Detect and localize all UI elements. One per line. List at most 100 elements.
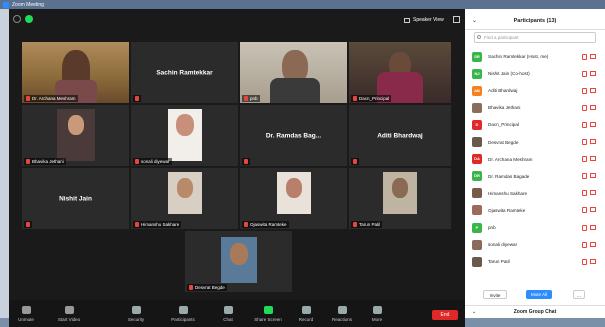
reactions-button[interactable]: Reactions bbox=[327, 306, 357, 322]
participant-avatar bbox=[472, 239, 482, 250]
mic-muted-icon bbox=[353, 96, 357, 101]
mic-muted-icon bbox=[582, 258, 587, 265]
share-screen-icon bbox=[263, 306, 273, 314]
tile-name: Ojaswita Ramteke bbox=[250, 222, 287, 227]
video-tile[interactable]: Himanshu Sakhare bbox=[131, 168, 238, 229]
participant-avatar bbox=[472, 102, 482, 113]
participant-avatar: SR bbox=[472, 51, 482, 62]
chevron-down-icon[interactable]: ⌄ bbox=[472, 12, 477, 30]
tile-caption: Ojaswita Ramteke bbox=[242, 221, 289, 228]
background-strip bbox=[0, 9, 9, 318]
participant-row[interactable]: Tarun Patil bbox=[472, 255, 596, 268]
participant-row[interactable]: Ojaswita Ramteke bbox=[472, 204, 596, 217]
participant-row[interactable]: SR Sachin Ramtekkar (Host, me) bbox=[472, 50, 596, 63]
participant-row[interactable]: sonali diyewar bbox=[472, 238, 596, 251]
encryption-shield-icon[interactable] bbox=[25, 15, 33, 23]
tile-caption: pnb bbox=[242, 95, 260, 102]
search-icon bbox=[477, 35, 481, 39]
participant-silhouette bbox=[176, 114, 194, 136]
mic-muted-icon bbox=[582, 190, 587, 197]
participant-row[interactable]: Ppnb bbox=[472, 221, 596, 234]
tile-name: Aditi Bhardwaj bbox=[377, 132, 423, 139]
video-tile[interactable]: Ojaswita Ramteke bbox=[240, 168, 347, 229]
mic-muted-icon bbox=[135, 159, 139, 164]
record-button[interactable]: Record bbox=[295, 306, 317, 322]
record-icon bbox=[301, 306, 311, 314]
tile-name: Dr. Archana Meshram bbox=[32, 96, 76, 101]
video-tile[interactable]: Dacn_Principal bbox=[349, 42, 451, 103]
panel-more-button[interactable]: ... bbox=[573, 290, 585, 299]
mic-muted-icon bbox=[26, 222, 30, 227]
invite-button[interactable]: Invite bbox=[483, 290, 507, 299]
participant-row[interactable]: D Dacn_Principal bbox=[472, 118, 596, 131]
participant-name: Himanshu Sakhare bbox=[488, 190, 528, 196]
security-button[interactable]: Security bbox=[123, 306, 149, 322]
participant-row[interactable]: DA Dr. Archana Meshram bbox=[472, 153, 596, 166]
mic-muted-icon bbox=[582, 87, 587, 94]
video-tile[interactable]: pnb bbox=[240, 42, 347, 103]
fullscreen-icon[interactable] bbox=[453, 16, 460, 23]
video-tile[interactable]: Dr. Archana Meshram bbox=[22, 42, 129, 103]
video-tile[interactable]: Tarun Patil bbox=[349, 168, 451, 229]
tile-name: pnb bbox=[250, 96, 258, 101]
mic-muted-icon bbox=[582, 121, 587, 128]
participant-name: Ojaswita Ramteke bbox=[488, 207, 526, 213]
participant-search-input[interactable]: Find a participant bbox=[474, 32, 596, 43]
video-off-icon bbox=[590, 190, 596, 196]
speaker-view-icon bbox=[404, 17, 410, 23]
panel-title: Participants (13) bbox=[513, 18, 557, 24]
mute-all-button[interactable]: Mute All bbox=[526, 290, 552, 299]
search-placeholder: Find a participant bbox=[484, 35, 519, 40]
video-off-icon bbox=[64, 306, 74, 314]
participant-row[interactable]: NJ Nishit Jain (Co-host) bbox=[472, 67, 596, 80]
participant-row[interactable]: DR Dr. Ramdas Bagade bbox=[472, 170, 596, 183]
participants-panel: ⌄ Participants (13) Find a participant S… bbox=[465, 9, 605, 318]
participant-avatar: NJ bbox=[472, 68, 482, 79]
participant-row[interactable]: Bhavika Jethani bbox=[472, 101, 596, 114]
mic-muted-icon bbox=[135, 96, 139, 101]
start-video-button[interactable]: Start Video bbox=[54, 306, 84, 322]
chat-button[interactable]: Chat bbox=[217, 306, 239, 322]
participant-avatar bbox=[472, 256, 482, 267]
chevron-down-icon: ⌄ bbox=[472, 309, 477, 315]
participant-name: Sachin Ramtekkar (Host, me) bbox=[488, 54, 549, 59]
mic-muted-icon bbox=[244, 222, 248, 227]
participant-row[interactable]: Himanshu Sakhare bbox=[472, 187, 596, 200]
more-button[interactable]: More bbox=[366, 306, 388, 322]
info-icon[interactable] bbox=[13, 15, 21, 23]
video-off-icon bbox=[590, 258, 596, 264]
video-tile[interactable]: Bhavika Jethani bbox=[22, 105, 129, 166]
speaker-view-button[interactable]: Speaker View bbox=[404, 17, 444, 23]
unmute-button[interactable]: Unmute bbox=[15, 306, 37, 322]
participant-name: Tarun Patil bbox=[488, 259, 510, 265]
name-tile[interactable]: Sachin Ramtekkar bbox=[131, 42, 238, 103]
video-tile[interactable]: sonali diyewar bbox=[131, 105, 238, 166]
mic-muted-icon bbox=[244, 159, 248, 164]
video-tile[interactable]: Desvrat Begde bbox=[185, 231, 292, 292]
end-button[interactable]: End bbox=[432, 310, 458, 320]
group-chat-title: Zoom Group Chat bbox=[513, 309, 557, 315]
group-chat-header[interactable]: ⌄ Zoom Group Chat bbox=[465, 305, 605, 318]
video-off-icon bbox=[590, 70, 596, 76]
name-tile[interactable]: Nishit Jain bbox=[22, 168, 129, 229]
mic-muted-icon bbox=[353, 222, 357, 227]
tile-caption bbox=[242, 158, 250, 165]
speaker-view-label: Speaker View bbox=[413, 17, 444, 23]
video-off-icon bbox=[590, 139, 596, 144]
participants-button[interactable]: Participants bbox=[166, 306, 200, 322]
share-screen-button[interactable]: Share Screen bbox=[251, 306, 285, 322]
name-tile[interactable]: Aditi Bhardwaj bbox=[349, 105, 451, 166]
participant-avatar: P bbox=[472, 222, 482, 233]
participant-avatar: D bbox=[472, 119, 482, 130]
video-off-icon bbox=[590, 156, 596, 162]
participant-row[interactable]: AB Aditi Bhardwaj bbox=[472, 84, 596, 97]
participant-avatar: DA bbox=[472, 154, 482, 165]
name-tile[interactable]: Dr. Ramdas Bag... bbox=[240, 105, 347, 166]
meeting-toolbar: Unmute Start Video Security Participants… bbox=[9, 300, 465, 327]
tile-caption: sonali diyewar bbox=[133, 158, 172, 165]
participant-row[interactable]: Desvrat Begde bbox=[472, 136, 596, 149]
tile-name: Sachin Ramtekkar bbox=[156, 69, 213, 76]
reactions-icon bbox=[337, 306, 347, 314]
mic-muted-icon bbox=[244, 96, 248, 101]
mic-muted-icon bbox=[582, 53, 587, 60]
